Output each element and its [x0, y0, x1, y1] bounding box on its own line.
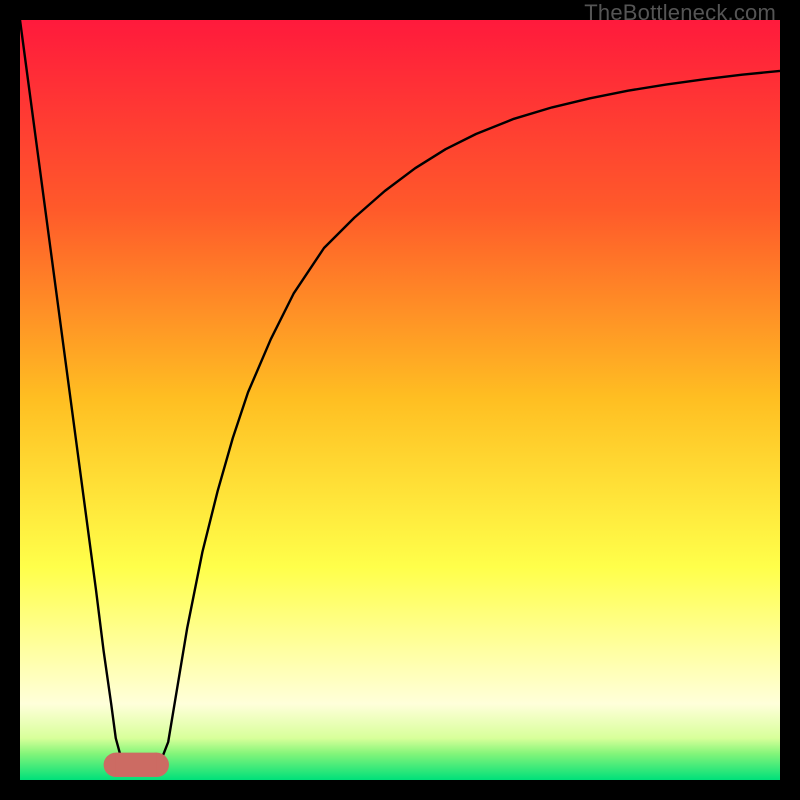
highlight-layer: [104, 753, 169, 777]
chart-background: [20, 20, 780, 780]
chart-frame: [20, 20, 780, 780]
trough-bar: [116, 753, 157, 777]
watermark-text: TheBottleneck.com: [584, 0, 776, 26]
chart-svg: [20, 20, 780, 780]
